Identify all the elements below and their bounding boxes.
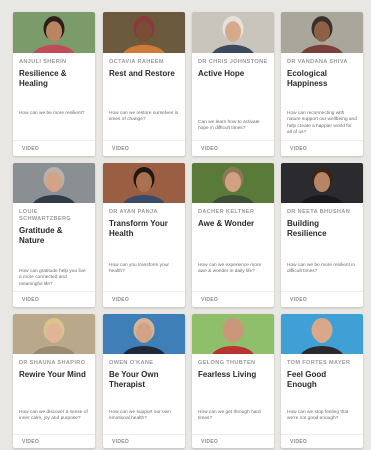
card-divider (13, 291, 95, 292)
session-question: How can we support our own emotional hea… (109, 410, 171, 422)
session-question: How can we get through hard times? (198, 410, 261, 422)
card-divider (13, 434, 95, 435)
session-question: How can we be more resilient? (19, 111, 85, 116)
session-question: How can you transform your health? (109, 263, 169, 275)
session-question: Can we learn how to activate hope in dif… (198, 120, 260, 132)
speaker-photo (281, 163, 363, 203)
session-title: Rewire Your Mind (19, 370, 86, 379)
session-title: Rest and Restore (109, 69, 175, 78)
video-tag: VIDEO (22, 146, 40, 152)
portrait-face (225, 21, 241, 42)
card-divider (281, 434, 363, 435)
portrait-face (46, 21, 62, 42)
speaker-name: OWEN O'KANE (109, 360, 154, 366)
speaker-card[interactable]: TOM FORTES MAYER Feel Good Enough How ca… (281, 314, 363, 448)
session-title: Be Your Own Therapist (109, 370, 159, 389)
speaker-photo (13, 163, 95, 203)
session-title: Awe & Wonder (198, 219, 255, 228)
portrait-face (46, 323, 62, 343)
card-divider (281, 140, 363, 141)
video-tag: VIDEO (201, 297, 219, 303)
session-title: Transform Your Health (109, 219, 168, 238)
speaker-photo (103, 163, 185, 203)
speaker-photo (192, 163, 274, 203)
speaker-name: GELONG THUBTEN (198, 360, 256, 366)
session-title: Fearless Living (198, 370, 257, 379)
session-question: How can we discover a sense of inner cal… (19, 410, 88, 422)
portrait-face (136, 21, 152, 42)
video-tag: VIDEO (22, 439, 40, 445)
card-divider (103, 291, 185, 292)
video-tag: VIDEO (201, 146, 219, 152)
session-question: How can we experience more awe & wonder … (198, 263, 262, 275)
portrait-face (225, 172, 241, 192)
speaker-photo (103, 314, 185, 354)
video-tag: VIDEO (112, 146, 130, 152)
video-tag: VIDEO (290, 439, 308, 445)
card-divider (103, 140, 185, 141)
speaker-photo (192, 12, 274, 53)
session-title: Resilience & Healing (19, 69, 67, 88)
portrait-face (46, 172, 62, 192)
portrait-face (314, 172, 330, 192)
speaker-card[interactable]: OWEN O'KANE Be Your Own Therapist How ca… (103, 314, 185, 448)
portrait-face (136, 323, 152, 343)
speaker-card[interactable]: OCTAVIA RAHEEM Rest and Restore How can … (103, 12, 185, 156)
session-question: How can we stop feeling that we're not g… (287, 410, 349, 422)
video-tag: VIDEO (290, 146, 308, 152)
session-question: How can reconnecting with nature support… (287, 111, 357, 136)
session-title: Feel Good Enough (287, 370, 327, 389)
card-divider (281, 291, 363, 292)
speaker-card[interactable]: LOUIE SCHWARTZBERG Gratitude & Nature Ho… (13, 163, 95, 307)
speaker-card[interactable]: DR SHAUNA SHAPIRO Rewire Your Mind How c… (13, 314, 95, 448)
speaker-name: DR NEETA BHUSHAN (287, 209, 351, 215)
session-question: How can we be more resilient in difficul… (287, 263, 355, 275)
video-tag: VIDEO (201, 439, 219, 445)
speaker-name: TOM FORTES MAYER (287, 360, 351, 366)
session-question: How can we restore ourselves in times of… (109, 111, 179, 123)
speaker-name: ANJULI SHERIN (19, 59, 67, 65)
portrait-face (314, 323, 330, 343)
speaker-card[interactable]: ANJULI SHERIN Resilience & Healing How c… (13, 12, 95, 156)
session-title: Building Resilience (287, 219, 327, 238)
speaker-photo (103, 12, 185, 53)
speaker-card[interactable]: DR AYAN PANJA Transform Your Health How … (103, 163, 185, 307)
speaker-name: LOUIE SCHWARTZBERG (19, 209, 72, 222)
speaker-card[interactable]: DR CHRIS JOHNSTONE Active Hope Can we le… (192, 12, 274, 156)
speaker-name: DACHER KELTNER (198, 209, 255, 215)
speaker-card[interactable]: DACHER KELTNER Awe & Wonder How can we e… (192, 163, 274, 307)
card-divider (192, 140, 274, 141)
speaker-card[interactable]: DR VANDANA SHIVA Ecological Happiness Ho… (281, 12, 363, 156)
speaker-name: DR VANDANA SHIVA (287, 59, 348, 65)
card-divider (13, 140, 95, 141)
speaker-grid: ANJULI SHERIN Resilience & Healing How c… (0, 0, 371, 450)
portrait-face (314, 21, 330, 42)
speaker-name: DR CHRIS JOHNSTONE (198, 59, 268, 65)
video-tag: VIDEO (112, 439, 130, 445)
video-tag: VIDEO (22, 297, 40, 303)
portrait-face (136, 172, 152, 192)
session-title: Ecological Happiness (287, 69, 328, 88)
card-divider (192, 291, 274, 292)
speaker-photo (281, 12, 363, 53)
card-divider (192, 434, 274, 435)
speaker-name: DR AYAN PANJA (109, 209, 158, 215)
speaker-name: OCTAVIA RAHEEM (109, 59, 164, 65)
session-title: Active Hope (198, 69, 245, 78)
video-tag: VIDEO (290, 297, 308, 303)
video-tag: VIDEO (112, 297, 130, 303)
session-title: Gratitude & Nature (19, 226, 63, 245)
speaker-photo (13, 12, 95, 53)
speaker-card[interactable]: DR NEETA BHUSHAN Building Resilience How… (281, 163, 363, 307)
portrait-face (225, 323, 241, 343)
speaker-photo (13, 314, 95, 354)
speaker-photo (192, 314, 274, 354)
speaker-card[interactable]: GELONG THUBTEN Fearless Living How can w… (192, 314, 274, 448)
speaker-name: DR SHAUNA SHAPIRO (19, 360, 86, 366)
card-divider (103, 434, 185, 435)
session-question: How can gratitude help you live a more c… (19, 269, 86, 287)
speaker-photo (281, 314, 363, 354)
